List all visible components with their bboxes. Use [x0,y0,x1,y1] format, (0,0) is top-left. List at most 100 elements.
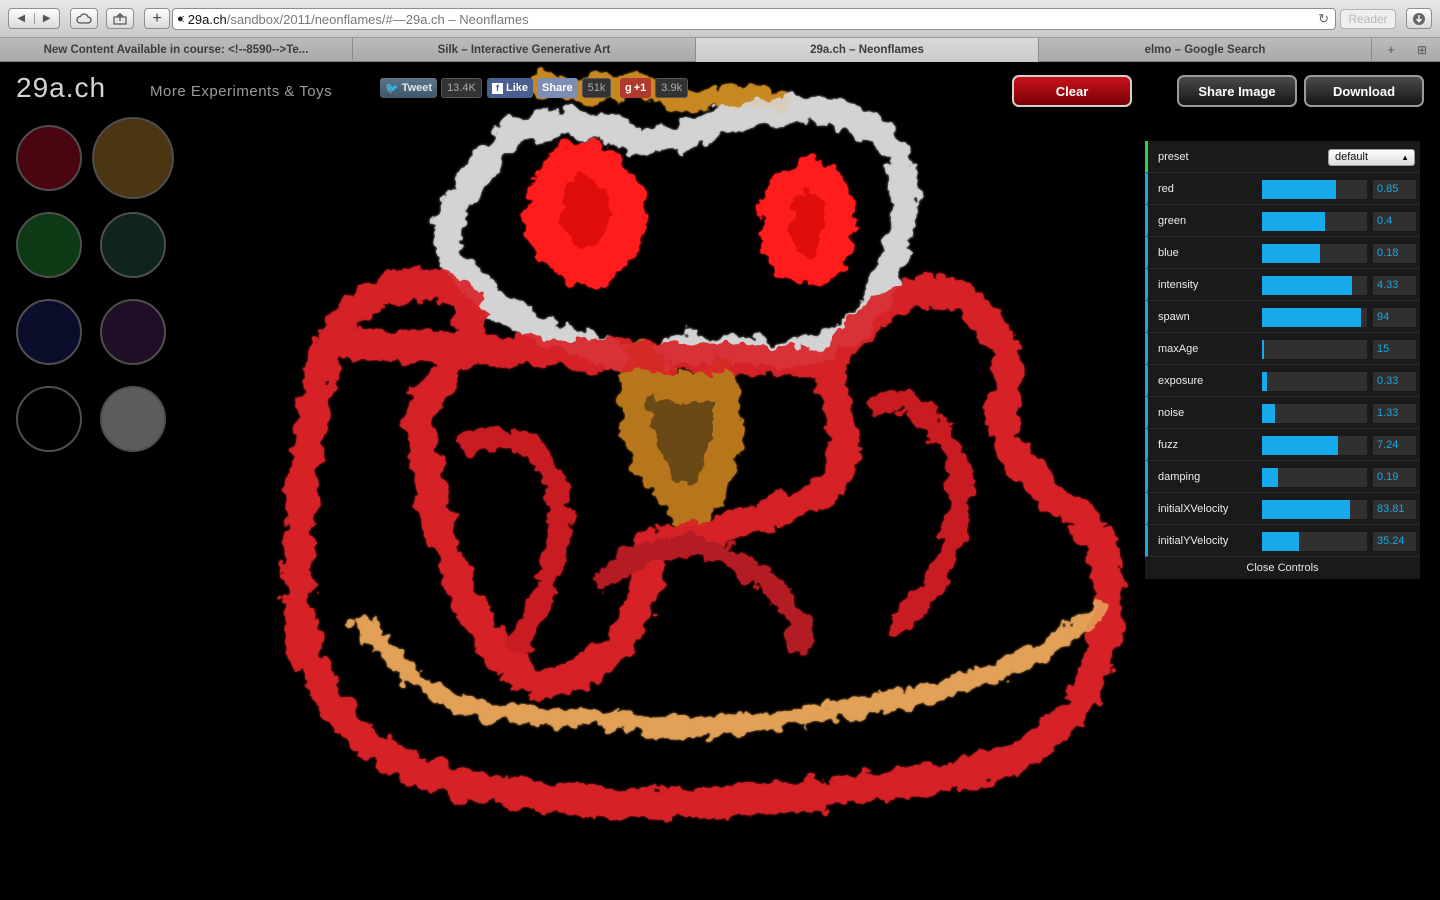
reader-button[interactable]: Reader [1340,9,1396,29]
preset-row: preset default ▲ [1145,141,1420,173]
new-tab-toolbar-button[interactable]: + [144,8,170,29]
tweet-widget[interactable]: 🐦 Tweet 13.4K [380,78,482,98]
param-slider-fill [1262,308,1361,327]
swatch-dark-purple[interactable] [100,299,166,365]
param-row-damping: damping 0.19 [1145,461,1420,493]
tab-course[interactable]: New Content Available in course: <!--859… [0,38,353,62]
param-slider[interactable] [1262,212,1367,231]
swatch-dark-teal[interactable] [100,212,166,278]
param-value-input[interactable]: 4.33 [1373,276,1416,295]
share-button[interactable] [106,8,134,29]
param-slider[interactable] [1262,308,1367,327]
param-value-input[interactable]: 83.81 [1373,500,1416,519]
param-slider[interactable] [1262,468,1367,487]
swatch-brown[interactable] [92,117,174,199]
gplus-widget[interactable]: g +1 3.9k [620,78,689,98]
param-slider-fill [1262,372,1268,391]
back-forward-buttons[interactable]: ◀ ▶ [8,8,60,29]
param-row-noise: noise 1.33 [1145,397,1420,429]
param-label: intensity [1158,279,1199,291]
share-image-button[interactable]: Share Image [1177,75,1297,107]
param-label: fuzz [1158,439,1179,451]
browser-toolbar: ◀ ▶ + ●: 29a.ch /sandbox/2011/neonflames… [0,0,1440,38]
swatch-dark-green[interactable] [16,212,82,278]
tweet-label: Tweet [401,82,433,94]
param-label: exposure [1158,375,1204,387]
more-experiments-link[interactable]: More Experiments & Toys [150,83,332,100]
download-button[interactable]: Download [1304,75,1424,107]
param-value-input[interactable]: 1.33 [1373,404,1416,423]
tab-neonflames[interactable]: 29a.ch – Neonflames [696,38,1039,62]
back-icon[interactable]: ◀ [9,13,34,24]
facebook-like-button[interactable]: f Like [487,78,534,98]
param-row-initialXVelocity: initialXVelocity 83.81 [1145,493,1420,525]
param-value-input[interactable]: 0.18 [1373,244,1416,263]
swatch-dark-red[interactable] [16,125,82,191]
swatch-dark-blue[interactable] [16,299,82,365]
swatch-black[interactable] [16,386,82,452]
param-row-initialYVelocity: initialYVelocity 35.24 [1145,525,1420,557]
forward-icon[interactable]: ▶ [33,13,60,24]
url-page-title: 29a.ch – Neonflames [405,11,529,27]
param-label: red [1158,183,1174,195]
tab-grid-icon: ⊞ [1416,43,1428,57]
param-slider-fill [1262,436,1338,455]
swatch-gray[interactable] [100,386,166,452]
tab-label: elmo – Google Search [1144,44,1266,56]
param-value-input[interactable]: 94 [1373,308,1416,327]
param-value-input[interactable]: 7.24 [1373,436,1416,455]
tab-label: New Content Available in course: <!--859… [43,44,309,56]
param-slider[interactable] [1262,436,1367,455]
param-slider[interactable] [1262,244,1367,263]
like-count: 51k [581,78,612,98]
url-path: /sandbox/2011/neonflames/# [226,11,393,27]
url-separator: — [392,11,406,27]
param-slider[interactable] [1262,500,1367,519]
param-label: damping [1158,471,1201,483]
param-slider[interactable] [1262,340,1367,359]
param-value-input[interactable]: 0.4 [1373,212,1416,231]
tab-google-search[interactable]: elmo – Google Search [1039,38,1372,62]
param-value-input[interactable]: 35.24 [1373,532,1416,551]
param-label: blue [1158,247,1179,259]
param-slider[interactable] [1262,372,1367,391]
param-row-red: red 0.85 [1145,173,1420,205]
plus-icon: + [152,9,162,27]
tab-label: Silk – Interactive Generative Art [437,44,611,56]
param-slider-fill [1262,340,1265,359]
param-slider-fill [1262,244,1320,263]
site-logo[interactable]: 29a.ch [16,72,106,104]
param-value-input[interactable]: 0.19 [1373,468,1416,487]
address-bar[interactable]: ●: 29a.ch /sandbox/2011/neonflames/# — 2… [172,8,1336,30]
new-tab-button[interactable]: + [1378,40,1404,60]
param-value-input[interactable]: 15 [1373,340,1416,359]
controls-panel: preset default ▲ red 0.85 green 0.4 blue 0.18… [1145,141,1420,579]
facebook-share-button[interactable]: Share [537,78,578,98]
param-row-maxAge: maxAge 15 [1145,333,1420,365]
clear-button[interactable]: Clear [1012,75,1132,107]
param-row-green: green 0.4 [1145,205,1420,237]
icloud-tabs-button[interactable] [70,8,98,29]
gplus-button[interactable]: g +1 [620,78,652,98]
preset-select[interactable]: default ▲ [1328,149,1415,166]
param-row-exposure: exposure 0.33 [1145,365,1420,397]
param-slider[interactable] [1262,532,1367,551]
param-row-fuzz: fuzz 7.24 [1145,429,1420,461]
facebook-widget[interactable]: f Like Share 51k [487,78,612,98]
neonflames-page: 29a.ch More Experiments & Toys 🐦 Tweet 1… [0,63,1440,900]
param-value-input[interactable]: 0.85 [1373,180,1416,199]
param-slider[interactable] [1262,276,1367,295]
downloads-button[interactable] [1406,8,1432,29]
tweet-button[interactable]: 🐦 Tweet [380,78,438,98]
param-slider[interactable] [1262,404,1367,423]
close-controls-button[interactable]: Close Controls [1145,557,1420,579]
tab-overview-button[interactable]: ⊞ [1410,40,1434,60]
select-arrows-icon: ▲ [1401,153,1409,162]
tab-silk[interactable]: Silk – Interactive Generative Art [353,38,696,62]
param-value-input[interactable]: 0.33 [1373,372,1416,391]
param-slider-fill [1262,468,1278,487]
param-slider[interactable] [1262,180,1367,199]
plus-icon: + [1387,42,1395,57]
gplus-icon: g [625,82,632,94]
reload-icon[interactable]: ↻ [1318,11,1329,27]
